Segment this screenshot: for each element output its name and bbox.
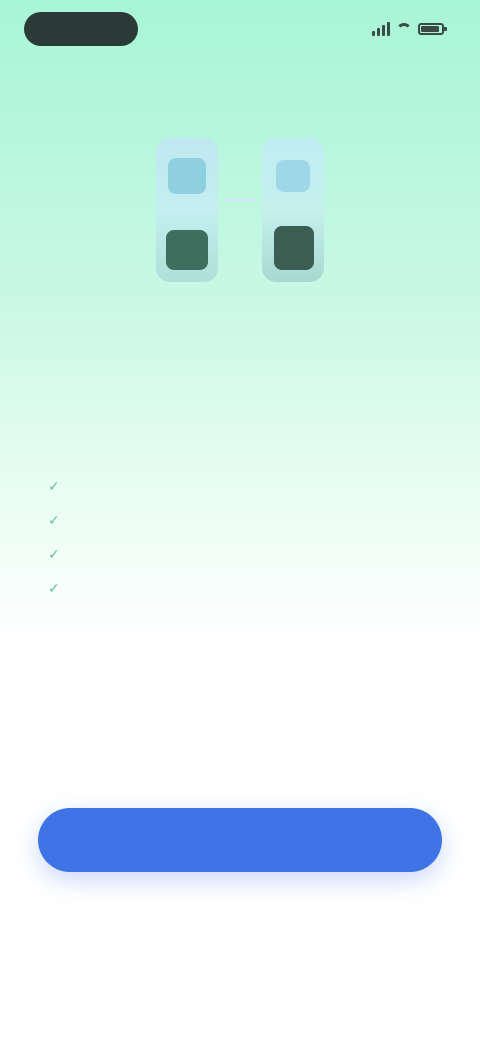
check-icon: ✓ <box>48 546 60 562</box>
feature-item: ✓ <box>40 500 440 528</box>
status-bar <box>0 0 480 60</box>
feature-item: ✓ <box>40 534 440 562</box>
primary-action-button[interactable] <box>38 808 442 872</box>
status-time <box>24 12 138 46</box>
phone-right-illustration <box>262 138 324 282</box>
feature-list: ✓ ✓ ✓ ✓ <box>40 466 440 602</box>
check-icon: ✓ <box>48 478 60 494</box>
battery-icon <box>418 23 447 35</box>
check-icon: ✓ <box>48 580 60 596</box>
status-icons <box>372 18 447 40</box>
signal-icon <box>372 22 390 36</box>
wifi-icon <box>396 23 412 35</box>
transfer-link-icon <box>224 198 256 202</box>
phone-left-illustration <box>156 138 218 282</box>
hero-illustration <box>150 138 340 288</box>
check-icon: ✓ <box>48 512 60 528</box>
feature-item: ✓ <box>40 568 440 596</box>
feature-item: ✓ <box>40 466 440 494</box>
